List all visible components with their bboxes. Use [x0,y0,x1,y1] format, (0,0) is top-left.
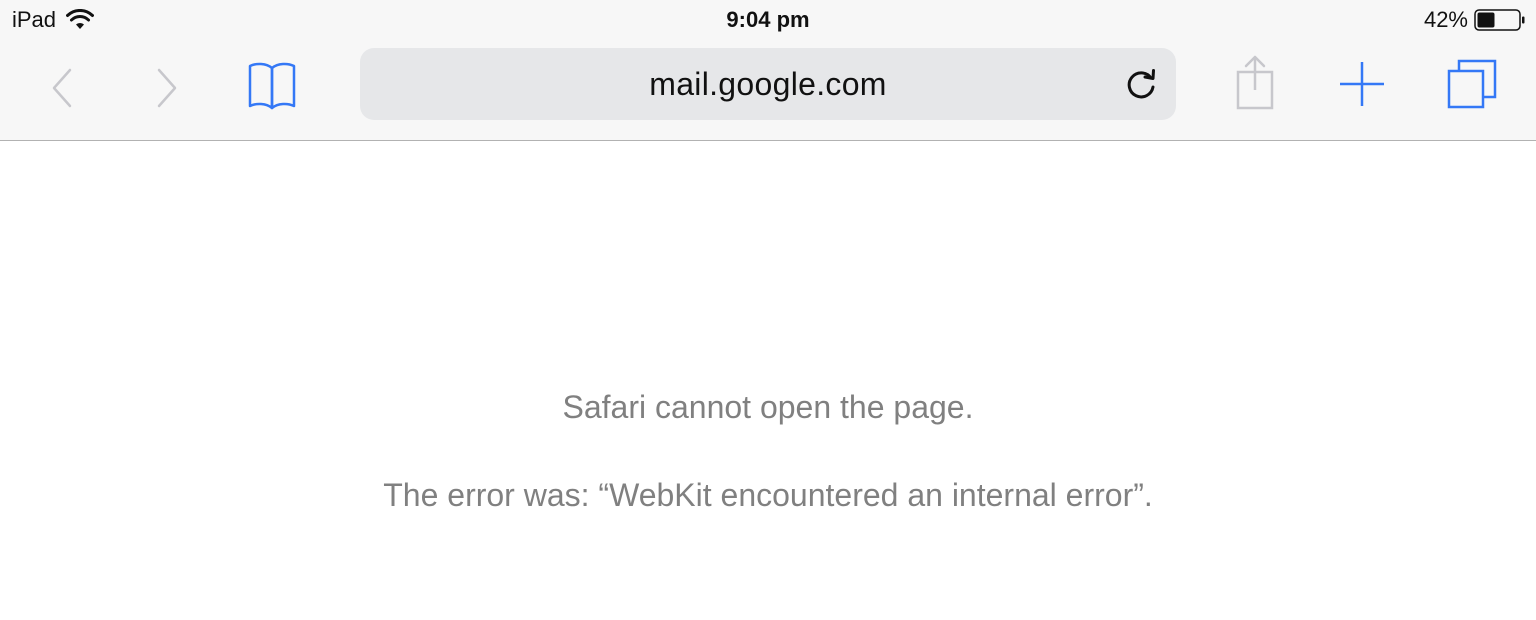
back-button[interactable] [40,66,84,110]
share-button[interactable] [1230,52,1280,114]
share-icon [1236,55,1274,110]
error-detail: The error was: “WebKit encountered an in… [383,477,1153,513]
forward-chevron-icon [157,68,177,108]
forward-button[interactable] [145,66,189,110]
bookmarks-book-icon [248,62,296,110]
status-time: 9:04 pm [726,7,810,32]
tabs-button[interactable] [1442,54,1502,114]
new-tab-button[interactable] [1334,56,1390,112]
tabs-overview-icon [1447,59,1497,109]
status-right: 42% [1424,7,1526,33]
page-content: Safari cannot open the page. The error w… [0,141,1536,620]
battery-icon [1474,9,1525,31]
address-bar[interactable]: mail.google.com [360,48,1176,120]
bookmarks-button[interactable] [240,58,304,114]
status-bar: iPad 9:04 pm 42% [0,0,1536,40]
browser-toolbar: mail.google.com [0,40,1536,141]
new-tab-plus-icon [1340,62,1384,106]
url-text: mail.google.com [649,66,887,102]
reload-button[interactable] [1122,66,1162,102]
error-title: Safari cannot open the page. [562,389,974,425]
battery-percent: 42% [1423,7,1468,32]
back-chevron-icon [52,68,72,108]
reload-icon [1127,69,1155,99]
